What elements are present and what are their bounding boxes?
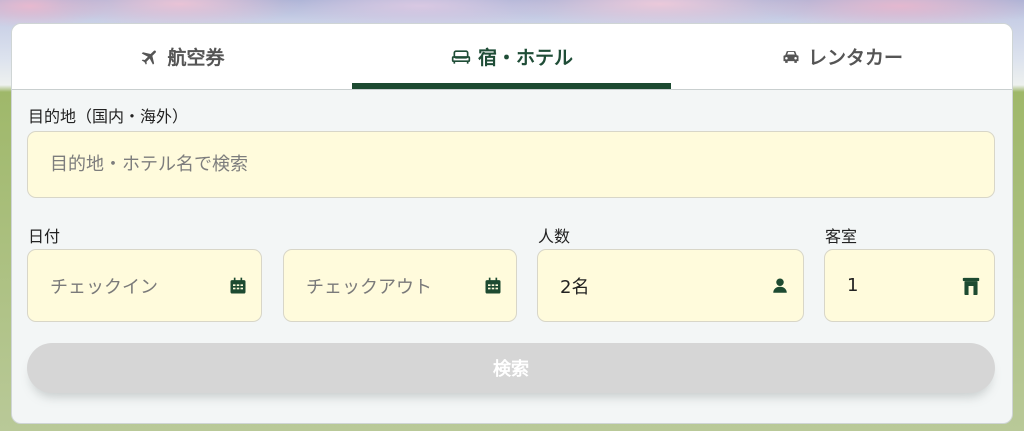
tab-rental-car[interactable]: レンタカー	[671, 24, 1012, 89]
rooms-label: 客室	[825, 227, 858, 246]
tab-bar: 航空券 宿・ホテル レンタカー	[12, 24, 1012, 90]
search-button[interactable]: 検索	[27, 343, 995, 393]
date-label: 日付	[28, 227, 61, 246]
destination-label: 目的地（国内・海外）	[28, 107, 189, 126]
calendar-icon	[227, 275, 249, 297]
tab-hotels-label: 宿・ホテル	[477, 47, 573, 69]
search-panel: 航空券 宿・ホテル レンタカー 目的地（国内・海外） 日付 チェックイン チェッ…	[11, 23, 1013, 424]
tab-rental-car-label: レンタカー	[807, 47, 903, 69]
guests-label: 人数	[538, 227, 571, 246]
door-icon	[960, 275, 982, 297]
person-icon	[769, 275, 791, 297]
rooms-value: 1	[847, 275, 859, 296]
destination-input[interactable]	[28, 132, 994, 197]
destination-field[interactable]	[27, 131, 995, 198]
checkout-placeholder: チェックアウト	[306, 276, 432, 298]
tab-hotels[interactable]: 宿・ホテル	[352, 24, 671, 89]
guests-field[interactable]: 2名	[537, 249, 804, 322]
tab-flights[interactable]: 航空券	[12, 24, 352, 89]
guests-value: 2名	[560, 276, 590, 298]
calendar-icon	[482, 275, 504, 297]
bed-icon	[450, 46, 472, 68]
car-icon	[780, 46, 802, 68]
airplane-icon	[139, 46, 161, 68]
active-tab-indicator	[352, 83, 671, 89]
tab-flights-label: 航空券	[167, 47, 225, 69]
checkin-field[interactable]: チェックイン	[27, 249, 262, 322]
checkout-field[interactable]: チェックアウト	[283, 249, 517, 322]
checkin-placeholder: チェックイン	[50, 276, 158, 298]
rooms-field[interactable]: 1	[824, 249, 995, 322]
